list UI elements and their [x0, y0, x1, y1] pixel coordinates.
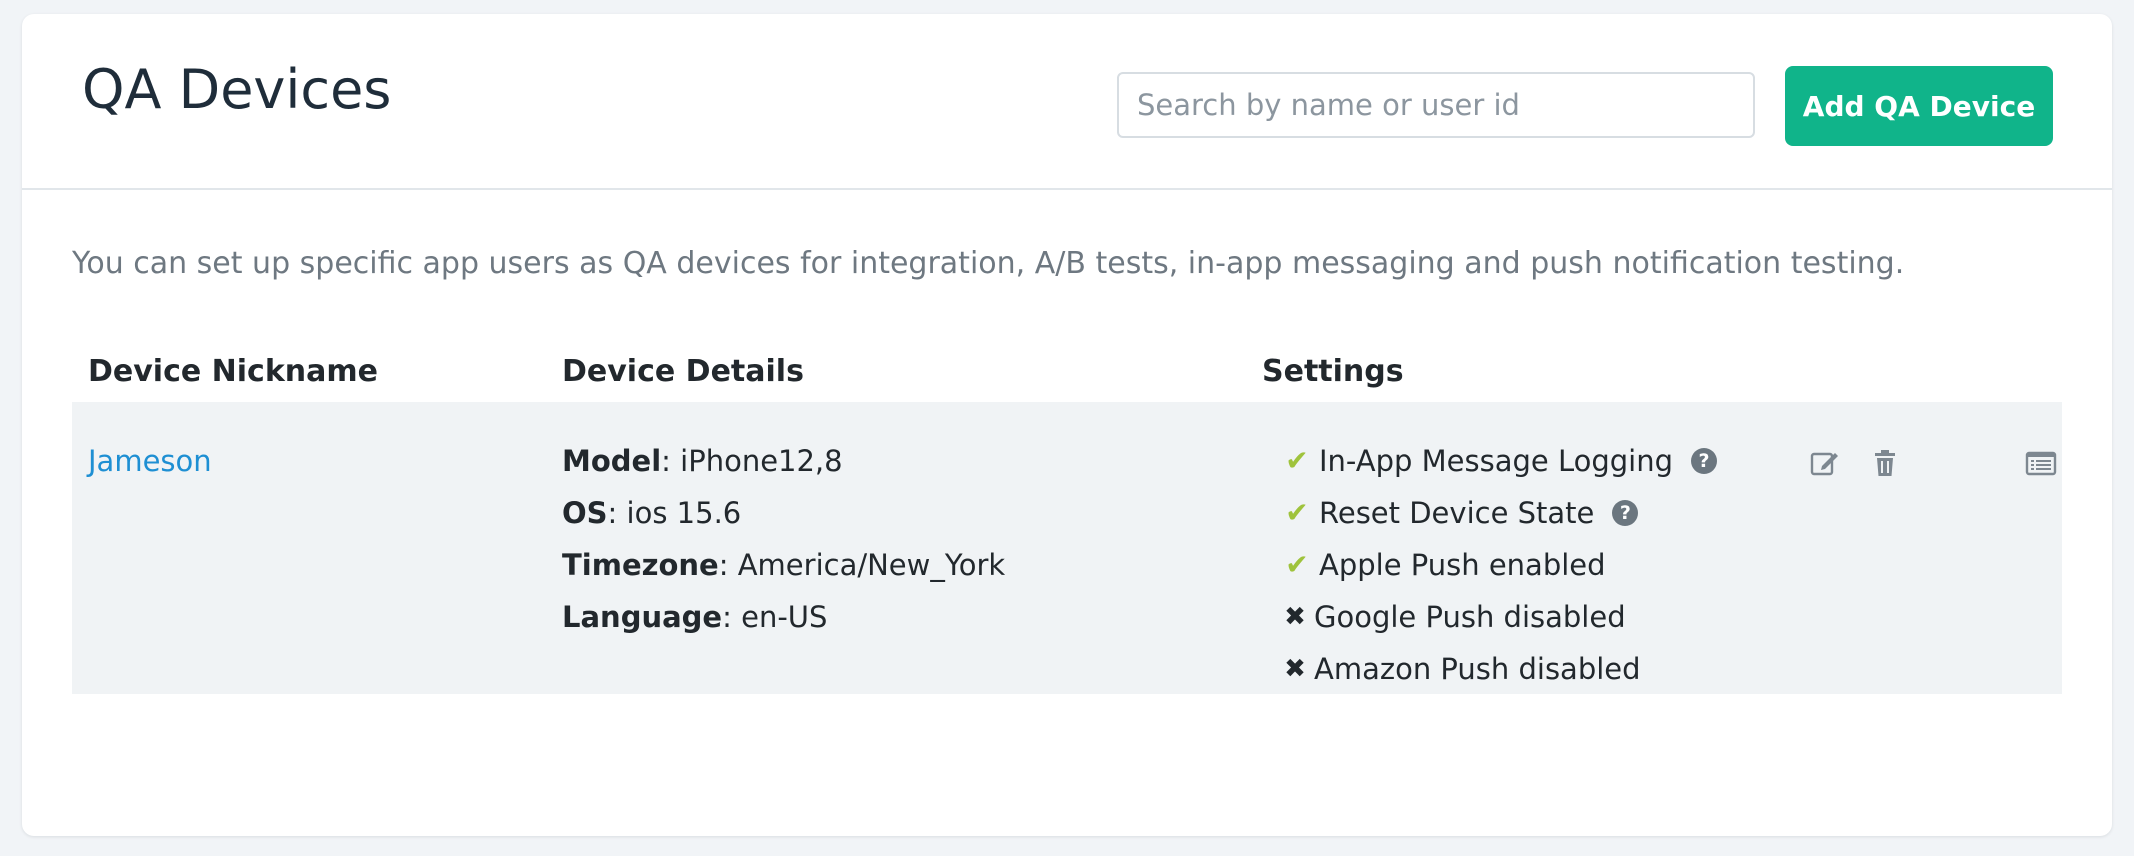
help-icon[interactable]: ? [1691, 448, 1718, 474]
check-icon: ✔ [1285, 548, 1309, 581]
detail-timezone-value: : America/New_York [718, 548, 1006, 582]
cross-icon: ✖ [1284, 602, 1306, 632]
device-nickname-link[interactable]: Jameson [88, 442, 212, 480]
search-input[interactable] [1117, 72, 1755, 138]
detail-os-key: OS [562, 496, 608, 530]
column-header-device-nickname: Device Nickname [88, 354, 378, 389]
detail-os: OS: ios 15.6 [562, 494, 741, 532]
setting-label: Amazon Push disabled [1314, 652, 1641, 686]
check-icon: ✔ [1285, 496, 1309, 529]
cross-icon: ✖ [1284, 654, 1306, 684]
edit-icon[interactable] [1808, 446, 1842, 480]
detail-language-key: Language [562, 600, 723, 634]
detail-timezone-key: Timezone [562, 548, 719, 582]
detail-model: Model: iPhone12,8 [562, 442, 843, 480]
card-header: QA Devices Add QA Device [22, 14, 2112, 190]
setting-label: In-App Message Logging [1319, 444, 1674, 478]
details-list-icon[interactable] [2024, 446, 2058, 480]
detail-language: Language: en-US [562, 598, 827, 636]
setting-label: Reset Device State [1319, 496, 1595, 530]
setting-in-app-message-logging: ✔ In-App Message Logging ? [1284, 442, 1718, 480]
add-qa-device-button[interactable]: Add QA Device [1785, 66, 2053, 146]
setting-label: Apple Push enabled [1319, 548, 1606, 582]
detail-model-key: Model [562, 444, 662, 478]
page-title: QA Devices [82, 58, 392, 121]
detail-os-value: : ios 15.6 [607, 496, 742, 530]
help-icon[interactable]: ? [1612, 500, 1639, 526]
setting-amazon-push: ✖ Amazon Push disabled [1284, 650, 1641, 688]
check-icon: ✔ [1285, 444, 1309, 477]
column-header-settings: Settings [1262, 354, 1404, 389]
setting-reset-device-state: ✔ Reset Device State ? [1284, 494, 1639, 532]
qa-devices-card: QA Devices Add QA Device You can set up … [22, 14, 2112, 836]
detail-timezone: Timezone: America/New_York [562, 546, 1005, 584]
table-row: Jameson Model: iPhone12,8 OS: ios 15.6 T… [72, 402, 2062, 694]
trash-icon[interactable] [1868, 446, 1902, 480]
column-header-device-details: Device Details [562, 354, 804, 389]
setting-google-push: ✖ Google Push disabled [1284, 598, 1626, 636]
page-description: You can set up specific app users as QA … [72, 246, 1905, 281]
detail-language-value: : en-US [722, 600, 828, 634]
setting-label: Google Push disabled [1314, 600, 1626, 634]
setting-apple-push: ✔ Apple Push enabled [1284, 546, 1606, 584]
detail-model-value: : iPhone12,8 [661, 444, 843, 478]
